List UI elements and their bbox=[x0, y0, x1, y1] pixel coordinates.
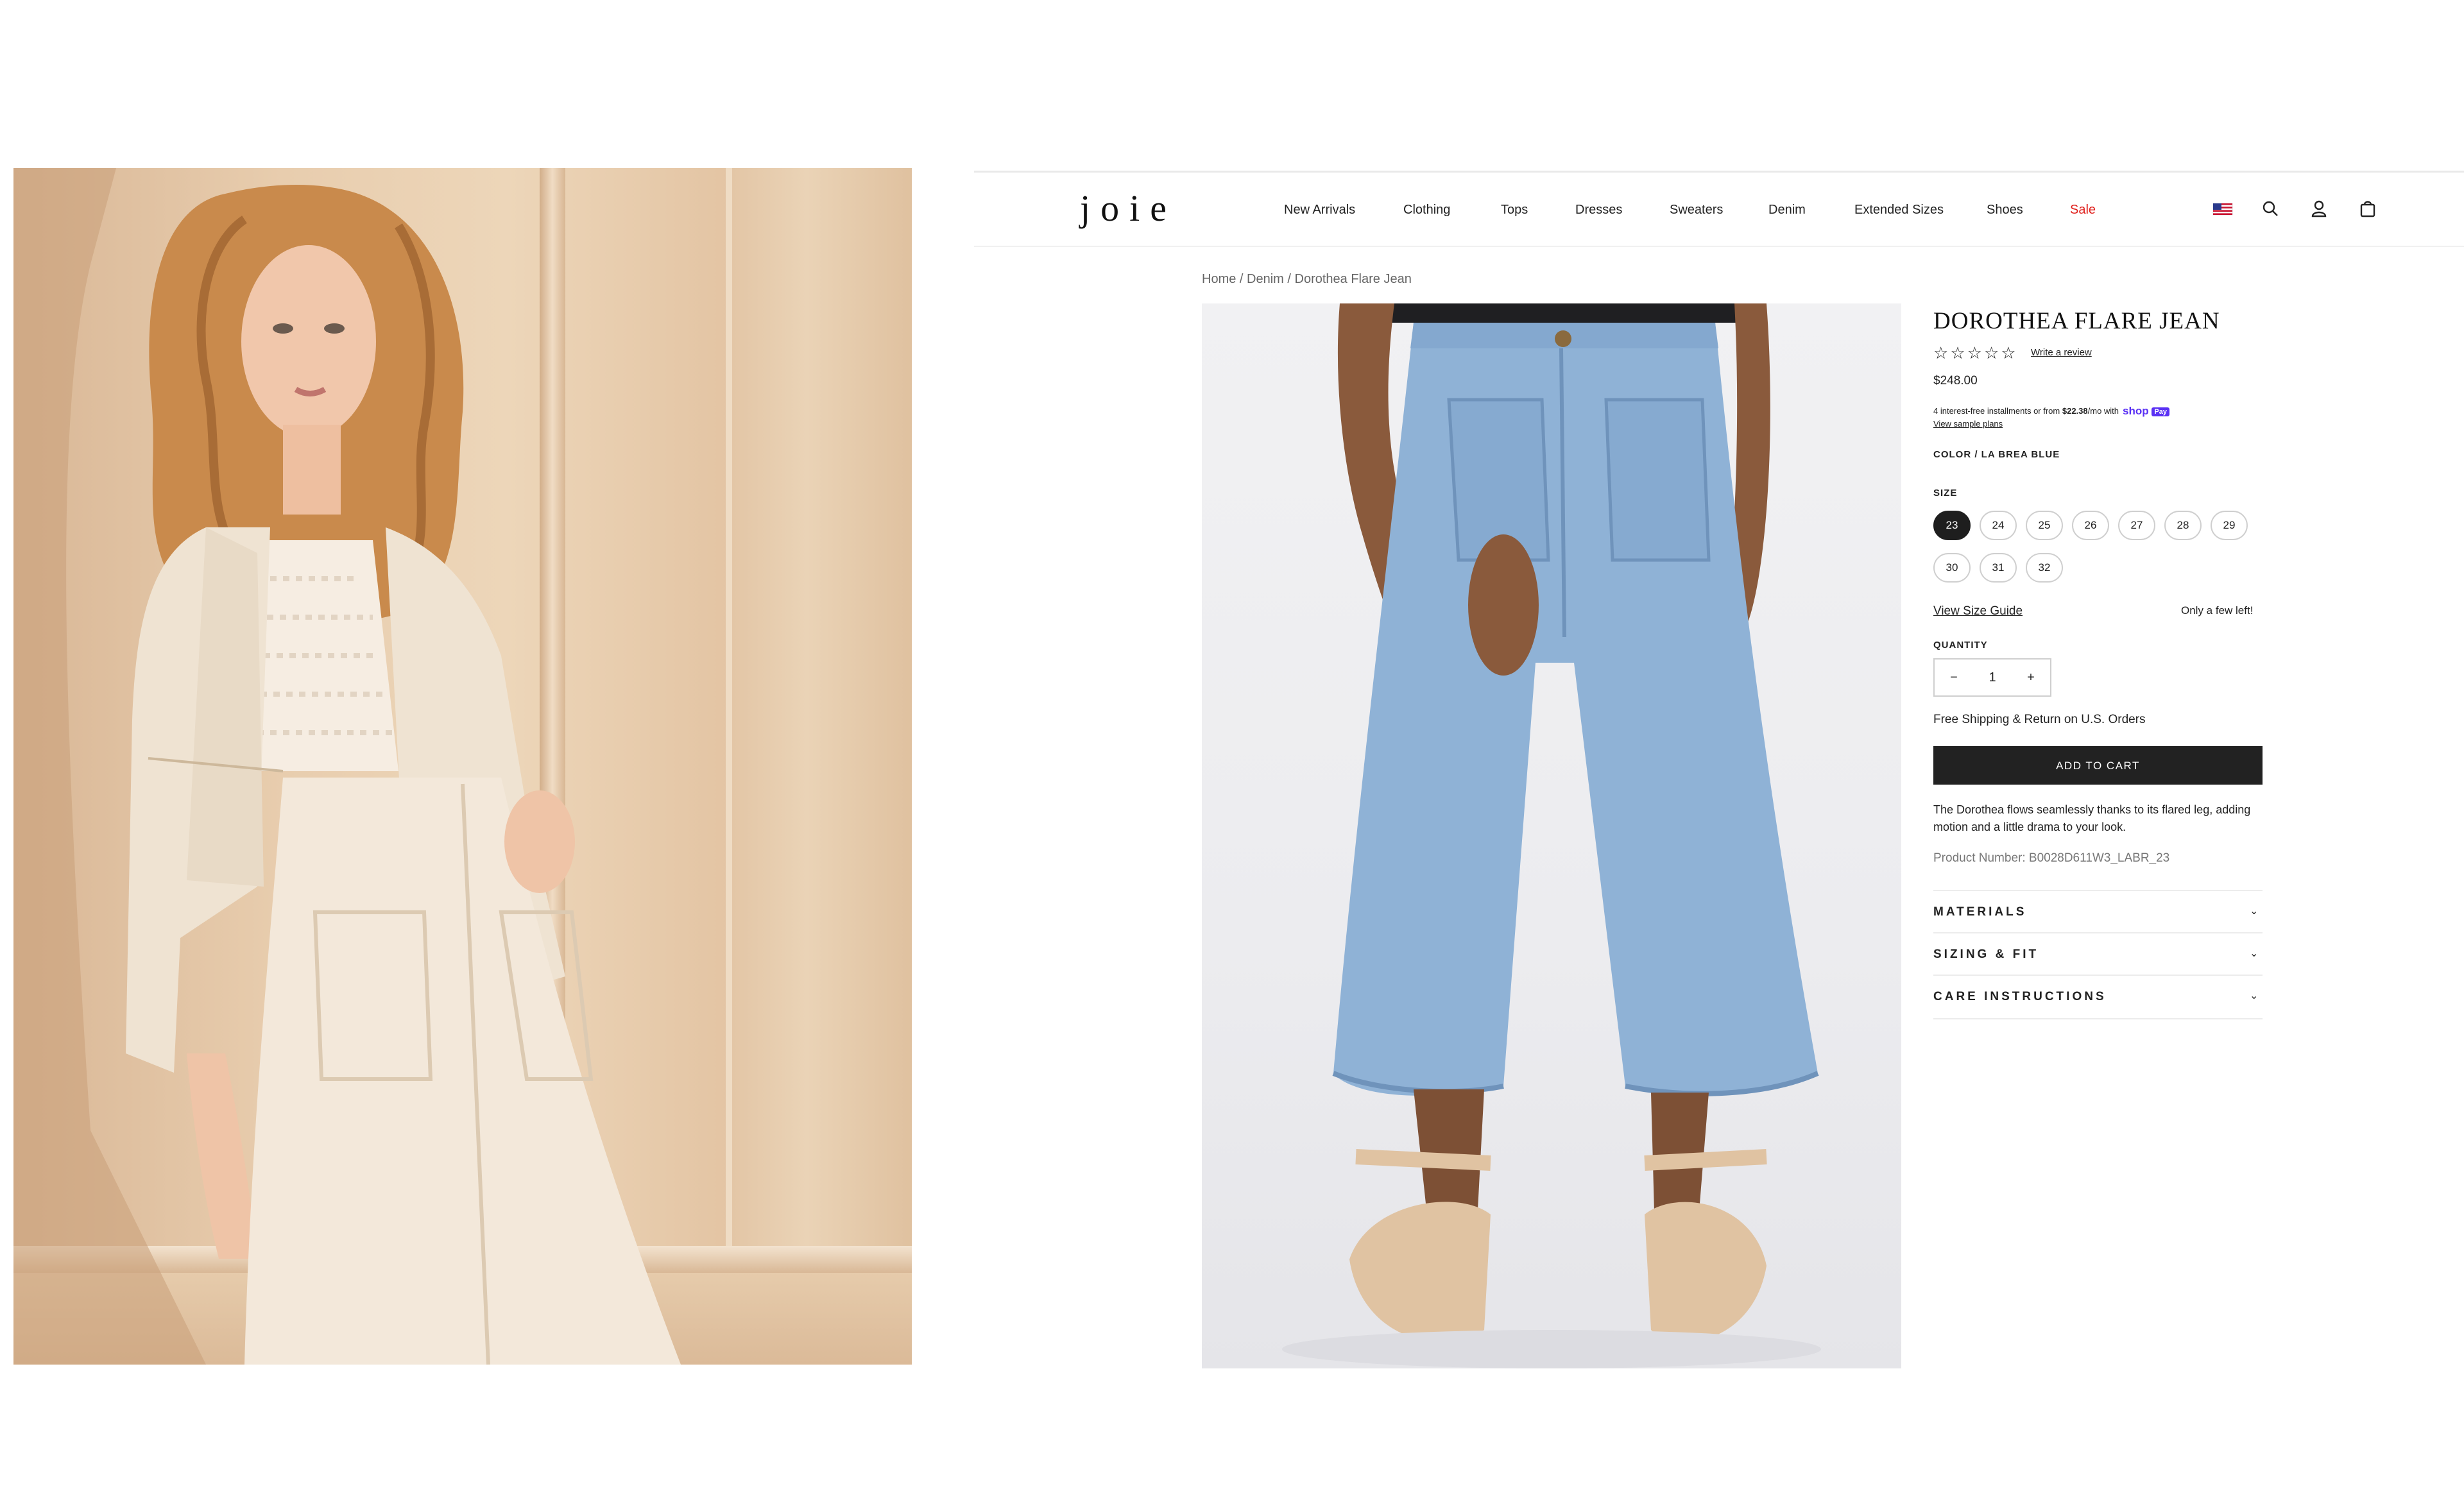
star-icon: ☆ bbox=[1950, 343, 1965, 362]
accordion-title: MATERIALS bbox=[1933, 905, 2027, 919]
nav-extended-sizes[interactable]: Extended Sizes bbox=[1854, 203, 1944, 217]
nav-tops[interactable]: Tops bbox=[1501, 203, 1528, 217]
shop-pay-logo: shop Pay bbox=[2123, 405, 2169, 418]
size-option-28[interactable]: 28 bbox=[2164, 511, 2202, 540]
breadcrumb-current: Dorothea Flare Jean bbox=[1294, 272, 1412, 286]
chevron-down-icon: ⌄ bbox=[2250, 948, 2259, 959]
accordion-care-instructions[interactable]: CARE INSTRUCTIONS ⌄ bbox=[1933, 975, 2263, 1019]
nav-sweaters[interactable]: Sweaters bbox=[1670, 203, 1723, 217]
color-label: COLOR / LA BREA BLUE bbox=[1933, 449, 2060, 460]
size-option-32[interactable]: 32 bbox=[2026, 553, 2063, 583]
view-sample-plans-link[interactable]: View sample plans bbox=[1933, 419, 2003, 429]
accordion-materials[interactable]: MATERIALS ⌄ bbox=[1933, 890, 2263, 933]
product-number: Product Number: B0028D611W3_LABR_23 bbox=[1933, 851, 2170, 865]
shop-pay-shop: shop bbox=[2123, 405, 2149, 417]
accordion-sizing-fit[interactable]: SIZING & FIT ⌄ bbox=[1933, 932, 2263, 976]
quantity-stepper: − 1 + bbox=[1933, 658, 2051, 697]
product-price: $248.00 bbox=[1933, 374, 1978, 387]
lifestyle-photo bbox=[13, 168, 912, 1365]
nav-dresses[interactable]: Dresses bbox=[1575, 203, 1622, 217]
accordion-title: SIZING & FIT bbox=[1933, 948, 2039, 961]
star-icon: ☆ bbox=[1967, 343, 1982, 362]
breadcrumb-denim[interactable]: Denim bbox=[1247, 272, 1284, 286]
installments-suffix: /mo with bbox=[2087, 406, 2119, 416]
size-option-27[interactable]: 27 bbox=[2118, 511, 2155, 540]
size-option-23[interactable]: 23 bbox=[1933, 511, 1971, 540]
star-icon: ☆ bbox=[1983, 343, 1999, 362]
account-icon[interactable] bbox=[2309, 198, 2329, 219]
nav-sale[interactable]: Sale bbox=[2070, 203, 2096, 217]
size-guide-link[interactable]: View Size Guide bbox=[1933, 604, 2023, 618]
star-icon: ☆ bbox=[2001, 343, 2016, 362]
quantity-input[interactable]: 1 bbox=[1973, 660, 2012, 695]
jeans-illustration bbox=[1282, 303, 1821, 1368]
chevron-down-icon: ⌄ bbox=[2250, 991, 2259, 1001]
nav-shoes[interactable]: Shoes bbox=[1987, 203, 2023, 217]
size-option-29[interactable]: 29 bbox=[2211, 511, 2248, 540]
stock-note: Only a few left! bbox=[2181, 604, 2254, 617]
breadcrumb-separator: / bbox=[1236, 272, 1247, 286]
free-shipping-note: Free Shipping & Return on U.S. Orders bbox=[1933, 713, 2146, 726]
nav-new-arrivals[interactable]: New Arrivals bbox=[1284, 203, 1355, 217]
chevron-down-icon: ⌄ bbox=[2250, 906, 2259, 917]
size-option-24[interactable]: 24 bbox=[1980, 511, 2017, 540]
nav-denim[interactable]: Denim bbox=[1768, 203, 1806, 217]
nav-clothing[interactable]: Clothing bbox=[1403, 203, 1450, 217]
write-review-link[interactable]: Write a review bbox=[2031, 347, 2092, 358]
installments-prefix: 4 interest-free installments or from bbox=[1933, 406, 2062, 416]
model-figure bbox=[13, 168, 681, 1365]
installments-amount: $22.38 bbox=[2062, 406, 2088, 416]
cart-icon[interactable] bbox=[2357, 198, 2378, 219]
size-option-31[interactable]: 31 bbox=[1980, 553, 2017, 583]
installments-info: 4 interest-free installments or from $22… bbox=[1933, 405, 2169, 418]
quantity-decrease-button[interactable]: − bbox=[1935, 660, 1973, 695]
product-description: The Dorothea flows seamlessly thanks to … bbox=[1933, 803, 2251, 833]
shop-pay-pay: Pay bbox=[2152, 407, 2169, 416]
star-icon: ☆ bbox=[1933, 343, 1949, 362]
size-option-25[interactable]: 25 bbox=[2026, 511, 2063, 540]
product-image[interactable] bbox=[1202, 303, 1901, 1368]
size-label: SIZE bbox=[1933, 488, 1958, 498]
breadcrumb-separator: / bbox=[1283, 272, 1295, 286]
product-page: joie New Arrivals Clothing Tops Dresses … bbox=[974, 171, 2464, 1392]
quantity-increase-button[interactable]: + bbox=[2012, 660, 2050, 695]
search-icon[interactable] bbox=[2260, 198, 2280, 219]
accordion-title: CARE INSTRUCTIONS bbox=[1933, 990, 2107, 1003]
product-title: DOROTHEA FLARE JEAN bbox=[1933, 308, 2220, 334]
size-option-26[interactable]: 26 bbox=[2072, 511, 2109, 540]
site-header: joie New Arrivals Clothing Tops Dresses … bbox=[974, 173, 2464, 247]
breadcrumb: Home / Denim / Dorothea Flare Jean bbox=[1202, 272, 1412, 287]
add-to-cart-button[interactable]: ADD TO CART bbox=[1933, 746, 2263, 785]
size-option-30[interactable]: 30 bbox=[1933, 553, 1971, 583]
quantity-label: QUANTITY bbox=[1933, 640, 1988, 651]
breadcrumb-home[interactable]: Home bbox=[1202, 272, 1236, 286]
rating-stars[interactable]: ☆ ☆ ☆ ☆ ☆ bbox=[1933, 345, 2018, 361]
brand-logo[interactable]: joie bbox=[1080, 183, 1170, 234]
us-flag-icon[interactable] bbox=[2212, 198, 2233, 219]
